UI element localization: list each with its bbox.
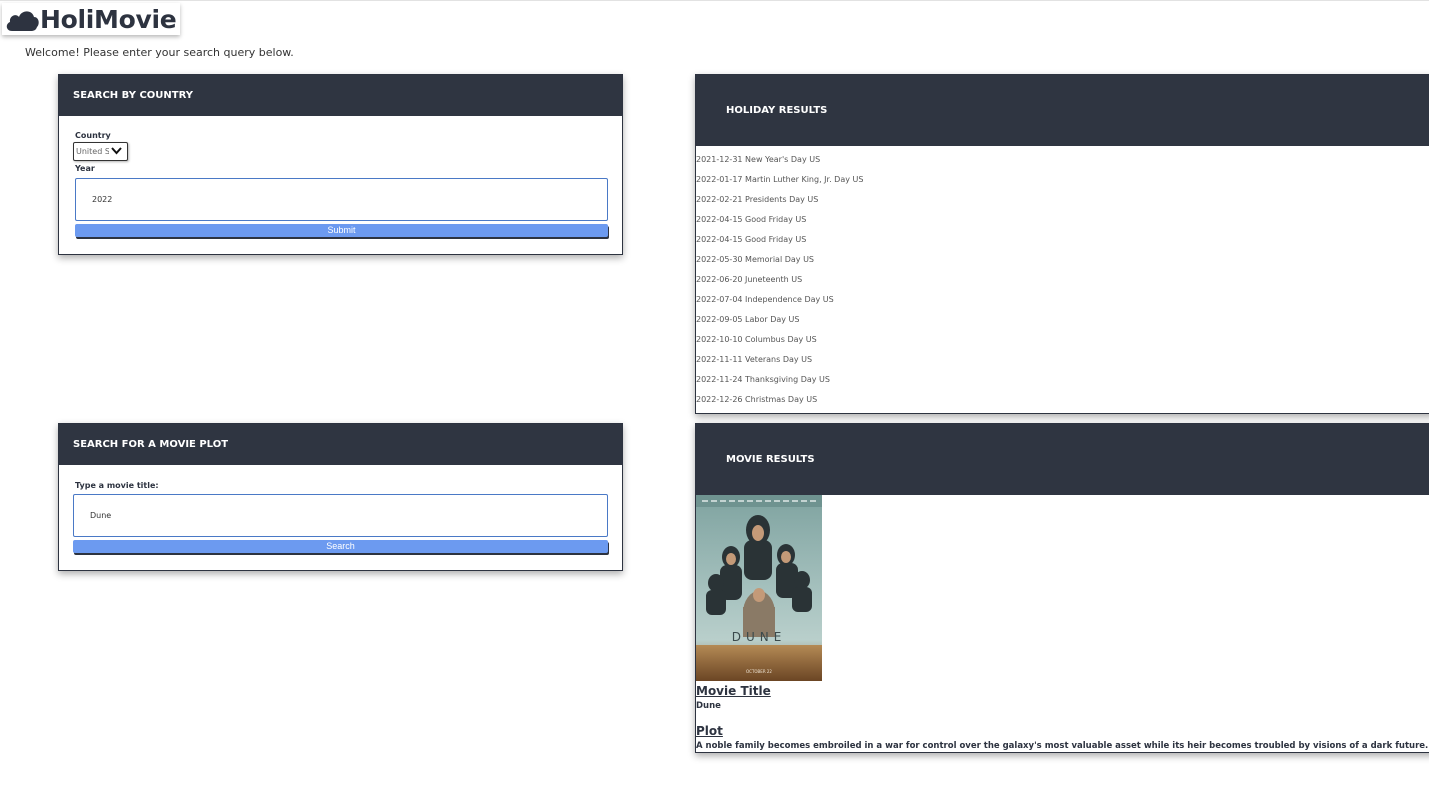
list-item: 2022-01-17 Martin Luther King, Jr. Day U… — [696, 175, 864, 184]
plot-value: A noble family becomes embroiled in a wa… — [696, 741, 1429, 751]
movie-results-card: MOVIE RESULTS DUNE OCTOBER 22 Movie Titl… — [695, 423, 1429, 753]
year-input[interactable]: 2022 — [75, 178, 608, 221]
cloud-icon — [6, 11, 39, 32]
country-search-card: SEARCH BY COUNTRY Country United S Year … — [58, 74, 623, 255]
search-button[interactable]: Search — [73, 540, 608, 553]
plot-heading: Plot — [696, 724, 723, 738]
list-item: 2022-02-21 Presidents Day US — [696, 195, 819, 204]
movie-results-title: MOVIE RESULTS — [726, 454, 815, 465]
movie-title-input[interactable]: Dune — [73, 494, 608, 537]
movie-poster: DUNE OCTOBER 22 — [696, 495, 822, 681]
list-item: 2021-12-31 New Year's Day US — [696, 155, 821, 164]
movie-search-card: SEARCH FOR A MOVIE PLOT Type a movie tit… — [58, 423, 623, 571]
list-item: 2022-05-30 Memorial Day US — [696, 255, 814, 264]
list-item: 2022-04-15 Good Friday US — [696, 235, 807, 244]
list-item: 2022-11-11 Veterans Day US — [696, 355, 813, 364]
movie-results-header: MOVIE RESULTS — [696, 424, 1429, 495]
movie-title-input-value: Dune — [90, 511, 112, 520]
chevron-down-icon — [111, 147, 122, 155]
list-item: 2022-07-04 Independence Day US — [696, 295, 834, 304]
country-select-value: United S — [76, 147, 109, 156]
list-item: 2022-09-05 Labor Day US — [696, 315, 800, 324]
list-item: 2022-11-24 Thanksgiving Day US — [696, 375, 830, 384]
holiday-list: 2021-12-31 New Year's Day US 2022-01-17 … — [696, 155, 1429, 415]
holiday-results-title: HOLIDAY RESULTS — [726, 105, 828, 116]
movie-title-label: Type a movie title: — [75, 481, 159, 490]
submit-button[interactable]: Submit — [75, 224, 608, 237]
poster-title: DUNE — [732, 630, 787, 644]
list-item: 2022-06-20 Juneteenth US — [696, 275, 803, 284]
app-name: HoliMovie — [40, 4, 177, 34]
movie-title-heading: Movie Title — [696, 684, 771, 698]
list-item: 2022-12-26 Christmas Day US — [696, 395, 818, 404]
list-item: 2022-10-10 Columbus Day US — [696, 335, 817, 344]
movie-title-value: Dune — [696, 701, 721, 711]
poster-date: OCTOBER 22 — [746, 669, 772, 674]
movie-search-header: SEARCH FOR A MOVIE PLOT — [59, 424, 622, 465]
country-select[interactable]: United S — [73, 142, 128, 161]
country-search-header: SEARCH BY COUNTRY — [59, 75, 622, 116]
movie-search-title: SEARCH FOR A MOVIE PLOT — [73, 439, 229, 450]
holiday-results-header: HOLIDAY RESULTS — [696, 75, 1429, 146]
welcome-message: Welcome! Please enter your search query … — [25, 46, 294, 59]
country-search-title: SEARCH BY COUNTRY — [73, 90, 194, 101]
year-label: Year — [75, 164, 95, 173]
year-input-value: 2022 — [92, 195, 113, 204]
country-label: Country — [75, 131, 111, 140]
app-logo: HoliMovie — [2, 3, 181, 35]
list-item: 2022-04-15 Good Friday US — [696, 215, 807, 224]
holiday-results-card: HOLIDAY RESULTS 2021-12-31 New Year's Da… — [695, 74, 1429, 414]
